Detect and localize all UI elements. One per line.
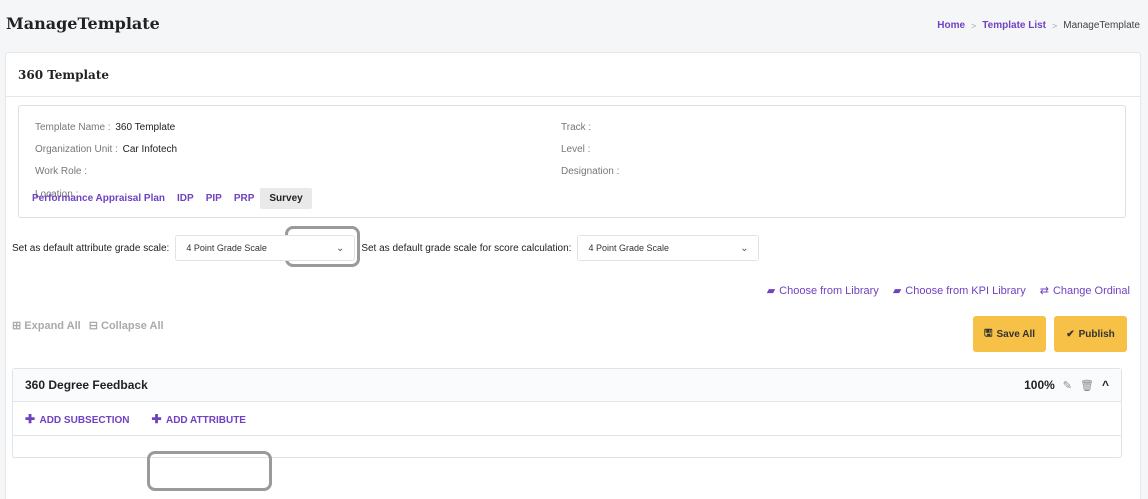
retweet-icon: ⇄ xyxy=(1039,285,1049,297)
save-all-label: Save All xyxy=(996,328,1036,340)
add-attribute-label: ADD ATTRIBUTE xyxy=(165,414,246,426)
section-controls: 100% ✎ 🗑 ^ xyxy=(1024,378,1109,392)
tab-prp[interactable]: PRP xyxy=(228,193,261,204)
section-percent: 100% xyxy=(1024,378,1055,392)
attribute-grade-value: 4 Point Grade Scale xyxy=(186,243,267,253)
breadcrumb: Home > Template List > ManageTemplate xyxy=(937,20,1140,31)
check-circle-icon: ✔ xyxy=(1066,328,1075,340)
info-org-unit: Organization Unit : Car Infotech xyxy=(35,144,177,155)
breadcrumb-home[interactable]: Home xyxy=(937,20,965,31)
tab-pip[interactable]: PIP xyxy=(200,193,228,204)
collapse-all-label: Collapse All xyxy=(101,320,164,332)
chevron-right-icon: > xyxy=(1052,20,1058,31)
expand-collapse-row: ⊞ Expand All ⊟ Collapse All xyxy=(12,319,164,332)
change-ordinal-link[interactable]: ⇄ Change Ordinal xyxy=(1039,284,1130,298)
expand-all-label: Expand All xyxy=(24,320,81,332)
plus-icon: ✚ xyxy=(25,411,36,426)
edit-icon[interactable]: ✎ xyxy=(1063,379,1072,392)
tab-performance-appraisal-plan[interactable]: Performance Appraisal Plan xyxy=(26,193,171,204)
add-subsection-label: ADD SUBSECTION xyxy=(39,414,130,426)
breadcrumb-template-list[interactable]: Template List xyxy=(982,20,1046,31)
info-designation: Designation : xyxy=(561,166,620,177)
change-ordinal-label: Change Ordinal xyxy=(1052,284,1130,297)
card-title: 360 Template xyxy=(18,67,110,82)
section-360-degree-feedback: 360 Degree Feedback 100% ✎ 🗑 ^ ✚ ADD SUB… xyxy=(12,368,1122,458)
publish-button[interactable]: ✔ Publish xyxy=(1054,316,1127,352)
add-subsection-button[interactable]: ✚ ADD SUBSECTION xyxy=(25,412,130,426)
breadcrumb-current: ManageTemplate xyxy=(1063,20,1140,31)
info-work-role: Work Role : xyxy=(35,166,88,177)
choose-from-kpi-library-link[interactable]: ▰ Choose from KPI Library xyxy=(892,284,1026,298)
template-name-label: Template Name : xyxy=(35,122,111,133)
section-header: 360 Degree Feedback 100% ✎ 🗑 ^ xyxy=(13,369,1121,402)
chevron-right-icon: > xyxy=(971,20,977,31)
trash-icon[interactable]: 🗑 xyxy=(1080,379,1094,392)
attribute-grade-select[interactable]: 4 Point Grade Scale ⌄ xyxy=(175,235,356,261)
plus-icon: ✚ xyxy=(151,411,162,426)
choose-from-kpi-library-label: Choose from KPI Library xyxy=(905,284,1026,297)
score-grade-value: 4 Point Grade Scale xyxy=(588,243,670,253)
chevron-down-icon: ⌄ xyxy=(740,242,749,254)
info-template-name: Template Name : 360 Template xyxy=(35,122,175,133)
info-level: Level : xyxy=(561,144,591,155)
book-icon: ▰ xyxy=(766,285,776,297)
save-icon: 🖫 xyxy=(983,327,993,339)
chevron-up-icon[interactable]: ^ xyxy=(1102,378,1109,392)
minus-square-icon: ⊟ xyxy=(88,320,98,332)
page-title: ManageTemplate xyxy=(6,14,160,33)
add-attribute-highlight xyxy=(147,451,272,491)
section-title: 360 Degree Feedback xyxy=(25,378,148,392)
section-actions: ✚ ADD SUBSECTION ✚ ADD ATTRIBUTE xyxy=(13,402,1121,436)
save-all-button[interactable]: 🖫 Save All xyxy=(973,316,1046,352)
info-track: Track : xyxy=(561,122,592,133)
plus-square-icon: ⊞ xyxy=(12,320,22,332)
add-attribute-button[interactable]: ✚ ADD ATTRIBUTE xyxy=(152,412,246,426)
expand-all-button[interactable]: ⊞ Expand All xyxy=(12,319,81,332)
attribute-grade-label: Set as default attribute grade scale: xyxy=(12,242,170,254)
grade-scale-row: Set as default attribute grade scale: 4 … xyxy=(12,235,760,261)
choose-from-library-label: Choose from Library xyxy=(779,284,879,297)
tab-survey[interactable]: Survey xyxy=(260,188,312,209)
collapse-all-button[interactable]: ⊟ Collapse All xyxy=(89,319,164,332)
plan-tabs: Performance Appraisal Plan IDP PIP PRP S… xyxy=(26,188,312,209)
book-icon: ▰ xyxy=(892,285,902,297)
score-grade-label: Set as default grade scale for score cal… xyxy=(361,242,572,254)
org-unit-value: Car Infotech xyxy=(122,144,178,155)
tab-idp[interactable]: IDP xyxy=(171,193,200,204)
template-name-value: 360 Template xyxy=(115,122,176,133)
card-header: 360 Template xyxy=(6,53,1140,97)
chevron-down-icon: ⌄ xyxy=(335,242,345,254)
publish-label: Publish xyxy=(1078,328,1115,340)
score-grade-select[interactable]: 4 Point Grade Scale ⌄ xyxy=(577,235,760,261)
choose-from-library-link[interactable]: ▰ Choose from Library xyxy=(766,284,879,298)
library-links: ▰ Choose from Library ▰ Choose from KPI … xyxy=(766,284,1130,298)
org-unit-label: Organization Unit : xyxy=(35,144,118,155)
